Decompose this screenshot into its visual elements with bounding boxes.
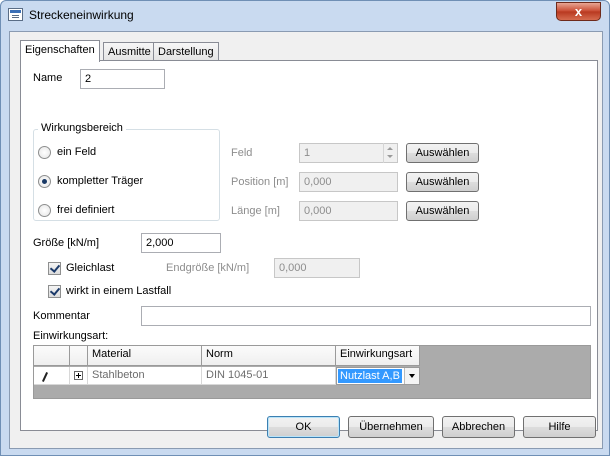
- grid-header-norm[interactable]: Norm: [202, 346, 336, 366]
- feld-label: Feld: [231, 147, 253, 159]
- window-app-icon: [8, 8, 23, 21]
- feld-auswaehlen-button[interactable]: Auswählen: [406, 143, 479, 163]
- lastfall-label: wirkt in einem Lastfall: [66, 285, 172, 297]
- grid-header-einwirkungsart[interactable]: Einwirkungsart: [336, 346, 420, 366]
- lastfall-checkbox[interactable]: [48, 285, 61, 298]
- laenge-label: Länge [m]: [231, 205, 280, 217]
- kommentar-label: Kommentar: [33, 310, 90, 322]
- dialog-client-area: Eigenschaften Ausmitte Darstellung Name …: [9, 31, 603, 449]
- radio-kompletter-traeger[interactable]: [38, 175, 51, 188]
- grid-corner-header: [34, 346, 70, 366]
- edit-pencil-icon: [41, 372, 49, 382]
- endgroesse-label: Endgröße [kN/m]: [166, 262, 250, 274]
- cancel-button[interactable]: Abbrechen: [442, 416, 515, 438]
- tab-darstellung[interactable]: Darstellung: [153, 42, 219, 61]
- radio-kompletter-traeger-label: kompletter Träger: [57, 175, 144, 187]
- feld-spin-buttons[interactable]: [383, 143, 397, 163]
- grid-expander-header: [70, 346, 88, 366]
- laenge-field[interactable]: 0,000: [299, 201, 398, 221]
- ok-button[interactable]: OK: [267, 416, 340, 438]
- grid-header-material[interactable]: Material: [88, 346, 202, 366]
- position-label: Position [m]: [231, 176, 289, 188]
- einwirkungsart-label: Einwirkungsart:: [33, 330, 109, 342]
- spin-up-icon: [387, 147, 393, 150]
- spin-down-icon: [387, 155, 393, 158]
- radio-frei-definiert[interactable]: [38, 204, 51, 217]
- apply-button[interactable]: Übernehmen: [348, 416, 434, 438]
- gleichlast-label: Gleichlast: [66, 262, 115, 274]
- einwirkungsart-grid: Material Norm Einwirkungsart Stahlbeton …: [33, 345, 591, 399]
- position-field[interactable]: 0,000: [299, 172, 398, 192]
- close-button[interactable]: x: [556, 2, 601, 21]
- grid-cell-material[interactable]: Stahlbeton: [88, 367, 202, 385]
- einwirkungsart-selected-value[interactable]: Nutzlast A,B: [338, 369, 402, 383]
- tab-eigenschaften[interactable]: Eigenschaften: [20, 40, 100, 62]
- title-bar[interactable]: Streckeneinwirkung x: [1, 1, 609, 29]
- endgroesse-field[interactable]: 0,000: [274, 258, 360, 278]
- gleichlast-checkbox[interactable]: [48, 262, 61, 275]
- radio-ein-feld[interactable]: [38, 146, 51, 159]
- expand-plus-icon[interactable]: [74, 371, 83, 380]
- radio-frei-definiert-label: frei definiert: [57, 204, 115, 216]
- grid-row-expander-cell[interactable]: [70, 367, 88, 385]
- position-auswaehlen-button[interactable]: Auswählen: [406, 172, 479, 192]
- grid-row-indicator[interactable]: [34, 367, 70, 385]
- tab-ausmitte[interactable]: Ausmitte: [103, 42, 156, 61]
- groesse-field[interactable]: 2,000: [141, 233, 221, 253]
- wirkungsbereich-title: Wirkungsbereich: [38, 122, 126, 134]
- groesse-label: Größe [kN/m]: [33, 237, 100, 249]
- grid-cell-norm[interactable]: DIN 1045-01: [202, 367, 336, 385]
- laenge-auswaehlen-button[interactable]: Auswählen: [406, 201, 479, 221]
- name-label: Name: [33, 72, 63, 84]
- chevron-down-icon[interactable]: [404, 368, 419, 384]
- tab-page-eigenschaften: Name 2 Wirkungsbereich ein Feld komplett…: [20, 60, 598, 431]
- kommentar-field[interactable]: [141, 306, 591, 326]
- grid-cell-einwirkungsart-combo[interactable]: Nutzlast A,B: [336, 367, 420, 385]
- name-field[interactable]: 2: [80, 69, 165, 89]
- help-button[interactable]: Hilfe: [523, 416, 596, 438]
- window-title: Streckeneinwirkung: [29, 8, 134, 22]
- radio-ein-feld-label: ein Feld: [57, 146, 97, 158]
- dialog-window: Streckeneinwirkung x Eigenschaften Ausmi…: [0, 0, 610, 456]
